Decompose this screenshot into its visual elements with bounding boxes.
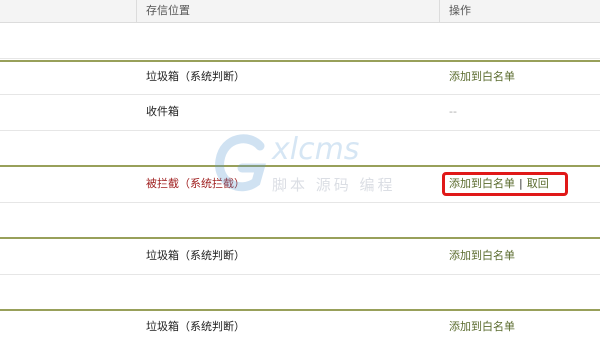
group-divider (0, 237, 600, 239)
retrieve-link[interactable]: 取回 (527, 177, 549, 190)
add-whitelist-link[interactable]: 添加到白名单 (449, 314, 515, 340)
watermark-text: xlcms (272, 132, 360, 167)
action-group: 添加到白名单 | 取回 (449, 175, 549, 193)
add-whitelist-link[interactable]: 添加到白名单 (449, 243, 515, 269)
no-action-cell: -- (449, 105, 457, 118)
group-divider (0, 60, 600, 62)
location-cell: 垃圾箱（系统判断） (146, 70, 245, 83)
row-divider (0, 274, 600, 275)
group-divider (0, 309, 600, 311)
row-divider (0, 202, 600, 203)
add-whitelist-link[interactable]: 添加到白名单 (449, 177, 515, 190)
table-row: 收件箱 -- (0, 99, 600, 125)
header-action: 操作 (449, 4, 471, 17)
table-row: 垃圾箱（系统判断） 添加到白名单 (0, 314, 600, 340)
location-cell-blocked: 被拦截（系统拦截） (146, 177, 245, 190)
group-divider (0, 165, 600, 167)
row-divider (0, 130, 600, 131)
highlighted-action-box: 添加到白名单 | 取回 (442, 172, 568, 196)
table-row: 垃圾箱（系统判断） 添加到白名单 (0, 243, 600, 269)
table-header: 存信位置 操作 (0, 0, 600, 23)
location-cell: 垃圾箱（系统判断） (146, 249, 245, 262)
column-divider (136, 0, 137, 22)
location-cell: 收件箱 (146, 105, 179, 118)
table-row: 垃圾箱（系统判断） 添加到白名单 (0, 64, 600, 90)
location-cell: 垃圾箱（系统判断） (146, 320, 245, 333)
row-divider (0, 58, 600, 59)
row-divider (0, 94, 600, 95)
header-location: 存信位置 (146, 4, 190, 17)
column-divider (439, 0, 440, 22)
add-whitelist-link[interactable]: 添加到白名单 (449, 64, 515, 90)
action-separator: | (519, 177, 523, 190)
